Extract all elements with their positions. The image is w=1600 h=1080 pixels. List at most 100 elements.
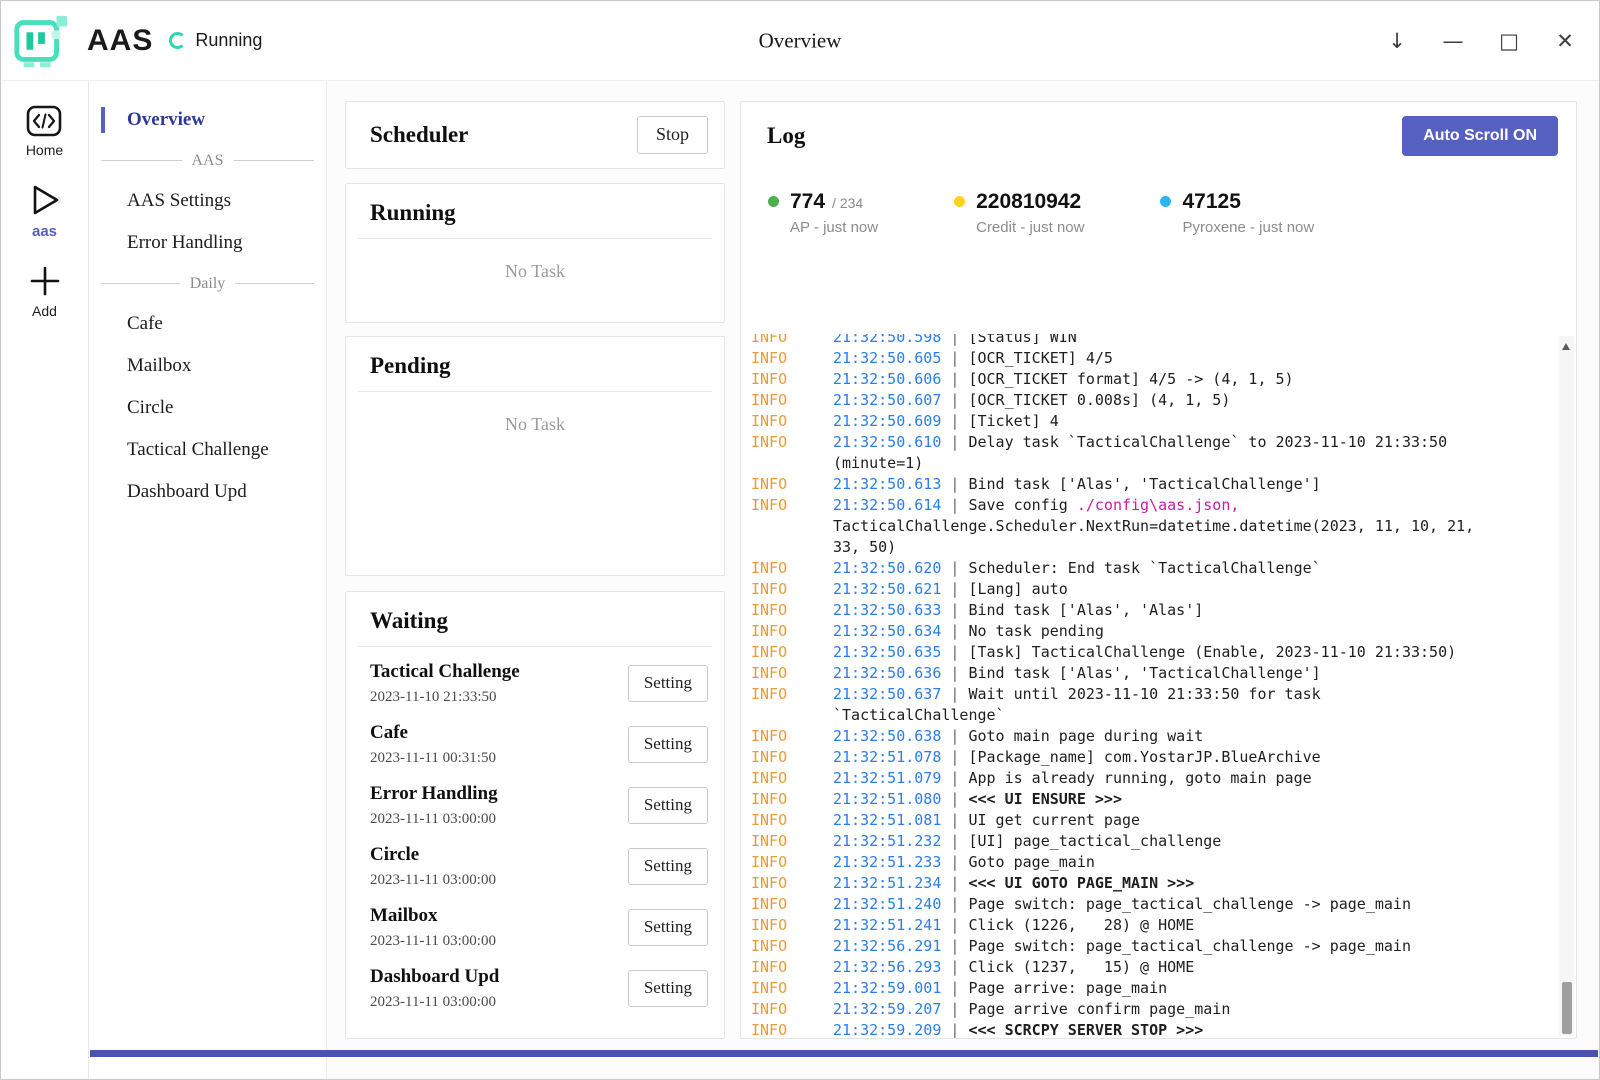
log-text: Click (1237, 15) @ HOME xyxy=(968,958,1194,976)
rail-item-aas[interactable]: aas xyxy=(28,182,62,240)
log-scrollbar[interactable] xyxy=(1559,336,1574,1036)
metric-value: 220810942 xyxy=(976,190,1081,214)
log-separator: | xyxy=(941,496,968,514)
scheduler-stop-button[interactable]: Stop xyxy=(637,116,708,154)
task-setting-button[interactable]: Setting xyxy=(628,909,708,946)
divider-line xyxy=(234,160,315,161)
waiting-task-row: Circle2023-11-11 03:00:00Setting xyxy=(370,836,708,897)
menu-item-tactical-challenge[interactable]: Tactical Challenge xyxy=(89,429,326,471)
log-level: INFO xyxy=(751,495,833,558)
scrollbar-thumb[interactable] xyxy=(1562,982,1572,1034)
task-info: Cafe2023-11-11 00:31:50 xyxy=(370,722,496,767)
log-lines: INFO21:32:50.598 | [Status] WININFO21:32… xyxy=(751,334,1556,1038)
divider-line xyxy=(101,283,180,284)
log-line: INFO21:32:50.610 | Delay task `TacticalC… xyxy=(751,432,1556,474)
task-next-run-time: 2023-11-10 21:33:50 xyxy=(370,689,520,706)
log-level: INFO xyxy=(751,621,833,642)
menu-item-error-handling[interactable]: Error Handling xyxy=(89,222,326,264)
menu-item-mailbox[interactable]: Mailbox xyxy=(89,345,326,387)
menu-item-overview[interactable]: Overview xyxy=(89,99,326,141)
log-timestamp: 21:32:51.241 xyxy=(833,916,941,934)
log-line: INFO21:32:51.240 | Page switch: page_tac… xyxy=(751,894,1556,915)
rail-item-home[interactable]: Home xyxy=(26,105,63,158)
task-setting-button[interactable]: Setting xyxy=(628,970,708,1007)
task-name: Dashboard Upd xyxy=(370,966,499,988)
menu-item-circle[interactable]: Circle xyxy=(89,387,326,429)
close-button[interactable]: ✕ xyxy=(1541,18,1589,64)
log-level: INFO xyxy=(751,1020,833,1038)
log-line: INFO21:32:51.079 | App is already runnin… xyxy=(751,768,1556,789)
task-info: Error Handling2023-11-11 03:00:00 xyxy=(370,783,498,828)
log-timestamp: 21:32:50.634 xyxy=(833,622,941,640)
menu-item-dashboard-upd[interactable]: Dashboard Upd xyxy=(89,471,326,513)
log-separator: | xyxy=(941,475,968,493)
log-separator: | xyxy=(941,811,968,829)
task-name: Mailbox xyxy=(370,905,496,927)
log-message: 21:32:59.209 | <<< SCRCPY SERVER STOP >>… xyxy=(833,1020,1500,1038)
maximize-button[interactable]: □ xyxy=(1485,18,1533,64)
log-level: INFO xyxy=(751,390,833,411)
log-level: INFO xyxy=(751,579,833,600)
scroll-up-arrow-icon[interactable] xyxy=(1562,343,1570,350)
log-message: 21:32:50.635 | [Task] TacticalChallenge … xyxy=(833,642,1500,663)
log-timestamp: 21:32:50.609 xyxy=(833,412,941,430)
log-timestamp: 21:32:59.001 xyxy=(833,979,941,997)
log-line: INFO21:32:50.613 | Bind task ['Alas', 'T… xyxy=(751,474,1556,495)
log-message: 21:32:50.607 | [OCR_TICKET 0.008s] (4, 1… xyxy=(833,390,1500,411)
log-separator: | xyxy=(941,559,968,577)
log-timestamp: 21:32:50.637 xyxy=(833,685,941,703)
running-spinner-icon xyxy=(169,32,186,49)
divider-line xyxy=(101,160,182,161)
log-timestamp: 21:32:50.606 xyxy=(833,370,941,388)
task-setting-button[interactable]: Setting xyxy=(628,848,708,885)
log-message: 21:32:50.614 | Save config ./config\aas.… xyxy=(833,495,1500,558)
main-content: Scheduler Stop Running No Task Pending N… xyxy=(327,81,1599,1079)
log-line: INFO21:32:51.078 | [Package_name] com.Yo… xyxy=(751,747,1556,768)
download-button[interactable]: ↓ xyxy=(1373,18,1421,64)
menu-item-aas-settings[interactable]: AAS Settings xyxy=(89,180,326,222)
waiting-title: Waiting xyxy=(370,608,448,633)
log-timestamp: 21:32:50.605 xyxy=(833,349,941,367)
task-setting-button[interactable]: Setting xyxy=(628,665,708,702)
log-level: INFO xyxy=(751,747,833,768)
app-logo-icon xyxy=(11,10,73,72)
log-separator: | xyxy=(941,958,968,976)
log-separator: | xyxy=(941,370,968,388)
log-level: INFO xyxy=(751,474,833,495)
auto-scroll-toggle[interactable]: Auto Scroll ON xyxy=(1402,116,1558,156)
menu-item-cafe[interactable]: Cafe xyxy=(89,303,326,345)
divider xyxy=(358,238,712,239)
log-level: INFO xyxy=(751,852,833,873)
log-text: Goto main page during wait xyxy=(968,727,1203,745)
waiting-task-row: Error Handling2023-11-11 03:00:00 Setting xyxy=(370,775,708,836)
metric-status-dot xyxy=(954,196,965,207)
log-timestamp: 21:32:50.610 xyxy=(833,433,941,451)
metric-label: Pyroxene - just now xyxy=(1182,219,1314,236)
log-line: INFO21:32:51.232 | [UI] page_tactical_ch… xyxy=(751,831,1556,852)
task-setting-button[interactable]: Setting xyxy=(628,726,708,763)
task-setting-button[interactable]: Setting xyxy=(628,787,708,824)
rail-item-add[interactable]: Add xyxy=(28,264,62,319)
log-separator: | xyxy=(941,748,968,766)
log-message: 21:32:59.001 | Page arrive: page_main xyxy=(833,978,1500,999)
scheduler-status: Running xyxy=(169,30,262,51)
log-timestamp: 21:32:50.620 xyxy=(833,559,941,577)
log-level: INFO xyxy=(751,978,833,999)
waiting-task-row: Dashboard Upd2023-11-11 03:00:00Setting xyxy=(370,958,708,1019)
log-timestamp: 21:32:50.633 xyxy=(833,601,941,619)
scheduler-card: Scheduler Stop xyxy=(345,101,725,169)
side-menu: OverviewAASAAS SettingsError HandlingDai… xyxy=(89,81,327,1079)
log-text: [OCR_TICKET] 4/5 xyxy=(968,349,1113,367)
status-label: Running xyxy=(195,30,262,51)
minimize-button[interactable]: — xyxy=(1429,18,1477,64)
log-separator: | xyxy=(941,727,968,745)
task-next-run-time: 2023-11-11 03:00:00 xyxy=(370,933,496,950)
task-info: Mailbox 2023-11-11 03:00:00 xyxy=(370,905,496,950)
log-text: [OCR_TICKET format] 4/5 -> (4, 1, 5) xyxy=(968,370,1293,388)
log-viewport[interactable]: INFO21:32:50.598 | [Status] WININFO21:32… xyxy=(741,334,1576,1038)
log-text: <<< SCRCPY SERVER STOP >>> xyxy=(968,1021,1203,1038)
log-separator: | xyxy=(941,895,968,913)
log-separator: | xyxy=(941,1000,968,1018)
log-separator: | xyxy=(941,334,968,346)
log-line: INFO21:32:51.080 | <<< UI ENSURE >>> xyxy=(751,789,1556,810)
